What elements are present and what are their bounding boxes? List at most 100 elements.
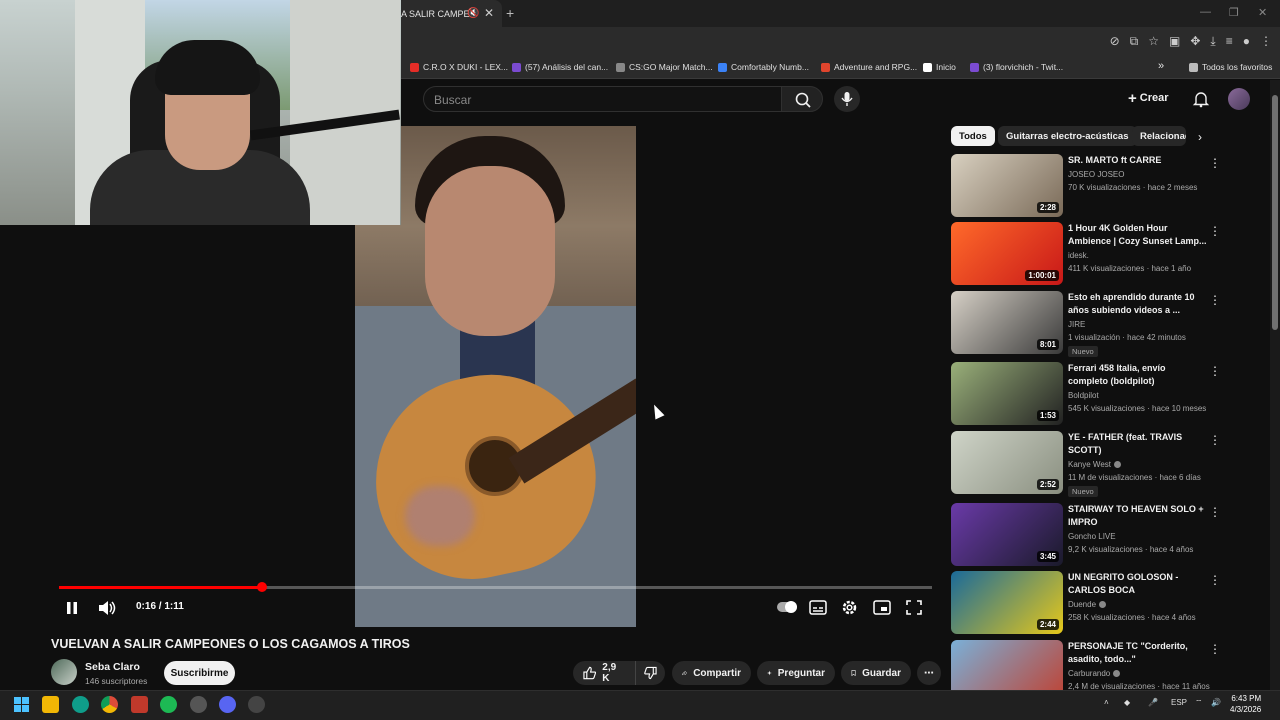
recommendation-channel[interactable]: Kanye West [1068,460,1121,469]
scrollbar-thumb[interactable] [1272,95,1278,330]
more-vertical-icon[interactable]: ⋮ [1209,505,1221,519]
star-icon[interactable]: ☆ [1148,34,1159,49]
video-thumbnail[interactable]: 2:28 [951,154,1063,217]
system-clock[interactable]: 6:43 PM 4/3/2026 [1230,693,1261,715]
bookmark[interactable]: (3) florvichich - Twit... [970,62,1063,72]
tray-app-icon[interactable]: ◆ [1124,698,1130,707]
subscribe-button[interactable]: Suscribirme [164,661,235,685]
recommendation-title[interactable]: UN NEGRITO GOLOSON - CARLOS BOCA [1068,571,1208,597]
speaker-icon[interactable]: 🔊 [1211,698,1221,707]
chip-guitarras[interactable]: Guitarras electro-acústicas [998,126,1137,146]
maximize-icon[interactable]: ❐ [1229,6,1239,19]
more-actions-button[interactable]: ⋯ [917,661,941,685]
more-vertical-icon[interactable]: ⋮ [1209,364,1221,378]
mute-icon[interactable]: 🔇 [467,8,479,19]
recommendation-item[interactable]: 2:44 UN NEGRITO GOLOSON - CARLOS BOCA Duen… [951,571,1251,635]
bookmark[interactable]: Inicio [923,62,956,72]
more-vertical-icon[interactable]: ⋮ [1209,224,1221,238]
recommendation-channel[interactable]: JIRE [1068,320,1085,329]
recommendation-item[interactable]: 3:45 STAIRWAY TO HEAVEN SOLO + IMPRO Gonch… [951,503,1251,567]
create-button[interactable]: + Crear [1128,90,1169,107]
recommendation-channel[interactable]: Carburando [1068,669,1121,678]
dislike-button[interactable] [635,661,665,685]
all-favorites[interactable]: Todos los favoritos [1189,62,1272,72]
recommendation-title[interactable]: PERSONAJE TC "Corderito, asadito, todo..… [1068,640,1208,666]
recommendation-item[interactable]: 1:00:01 1 Hour 4K Golden Hour Ambience | … [951,222,1251,286]
save-button[interactable]: Guardar [841,661,911,685]
voice-search-button[interactable] [834,86,860,112]
menu-icon[interactable]: ⋮ [1260,34,1272,49]
ask-button[interactable]: Preguntar [757,661,835,685]
recommendation-title[interactable]: Esto eh aprendido durante 10 años subien… [1068,291,1208,317]
notifications-button[interactable] [1192,90,1210,113]
recommendation-channel[interactable]: idesk. [1068,251,1089,260]
close-window-icon[interactable]: ✕ [1258,6,1267,19]
chevron-right-icon[interactable]: › [1198,130,1202,144]
recommendation-channel[interactable]: Boldpilot [1068,391,1099,400]
file-explorer-icon[interactable] [42,696,59,713]
settings-gear-icon[interactable] [841,599,858,616]
like-button[interactable]: 2,9 K [573,661,635,685]
bookmarks-overflow-icon[interactable]: » [1158,60,1164,72]
recommendation-title[interactable]: Ferrari 458 Italia, envío completo (bold… [1068,362,1208,388]
obs-icon[interactable] [190,696,207,713]
install-icon[interactable]: ⧉ [1130,34,1139,49]
profile-icon[interactable]: ● [1243,34,1250,49]
progress-bar[interactable] [59,582,932,592]
app-icon[interactable] [248,696,265,713]
more-vertical-icon[interactable]: ⋮ [1209,642,1221,656]
recommendation-channel[interactable]: Duende [1068,600,1107,609]
subtitles-icon[interactable] [809,600,827,615]
account-avatar[interactable] [1228,88,1250,110]
recommendation-item[interactable]: 8:01 Esto eh aprendido durante 10 años su… [951,291,1251,357]
chip-relacionados[interactable]: Relacionad [1132,126,1186,146]
windows-start-icon[interactable] [13,696,30,713]
recommendation-title[interactable]: STAIRWAY TO HEAVEN SOLO + IMPRO [1068,503,1208,529]
bookmark[interactable]: C.R.O X DUKI - LEX... [410,62,508,72]
recommendation-channel[interactable]: Goncho LIVE [1068,532,1116,541]
volume-icon[interactable] [97,599,117,617]
miniplayer-icon[interactable] [873,600,891,615]
playlist-icon[interactable]: ≡ [1226,34,1233,49]
bookmark[interactable]: (57) Análisis del can... [512,62,608,72]
more-vertical-icon[interactable]: ⋮ [1209,156,1221,170]
video-thumbnail[interactable]: 2:44 [951,571,1063,634]
bookmark[interactable]: CS:GO Major Match... [616,62,713,72]
stream-app-icon[interactable] [131,696,148,713]
browser-tab-active[interactable]: A SALIR CAMPEO 🔇 ✕ [395,0,502,27]
recommendation-item[interactable]: 1:53 Ferrari 458 Italia, envío completo (… [951,362,1251,426]
language-indicator[interactable]: ESP [1171,698,1187,707]
eye-off-icon[interactable]: ⊘ [1110,34,1120,49]
tray-chevron-icon[interactable]: ˄ [1104,698,1109,707]
chrome-icon[interactable] [101,696,118,713]
tab-close-icon[interactable]: ✕ [484,6,494,20]
spotify-icon[interactable] [160,696,177,713]
recommendation-channel[interactable]: JOSEO JOSEO [1068,170,1124,179]
video-thumbnail[interactable]: 1:53 [951,362,1063,425]
tray-mic-icon[interactable]: 🎤 [1148,698,1158,707]
video-thumbnail[interactable]: 3:45 [951,503,1063,566]
recommendation-title[interactable]: SR. MARTO ft CARRE [1068,154,1208,167]
more-vertical-icon[interactable]: ⋮ [1209,433,1221,447]
search-input[interactable]: Buscar [423,86,782,112]
edge-icon[interactable] [72,696,89,713]
discord-icon[interactable] [219,696,236,713]
channel-name[interactable]: Seba Claro [85,661,140,673]
puzzle-icon[interactable]: ✥ [1190,34,1200,49]
recommendation-title[interactable]: YE - FATHER (feat. TRAVIS SCOTT) [1068,431,1208,457]
new-tab-button[interactable]: + [506,5,514,21]
video-thumbnail[interactable]: 1:00:01 [951,222,1063,285]
recommendation-title[interactable]: 1 Hour 4K Golden Hour Ambience | Cozy Su… [1068,222,1208,248]
recommendation-item[interactable]: 2:52 YE - FATHER (feat. TRAVIS SCOTT) Kany… [951,431,1251,497]
fullscreen-icon[interactable] [906,600,922,615]
bookmark[interactable]: Adventure and RPG... [821,62,917,72]
bookmark[interactable]: Comfortably Numb... [718,62,809,72]
download-icon[interactable]: ⤓ [1210,34,1215,49]
recommendation-item[interactable]: 2:28 SR. MARTO ft CARRE JOSEO JOSEO 70 K vi… [951,154,1251,218]
search-button[interactable] [781,86,823,112]
autoplay-toggle-icon[interactable] [776,600,798,614]
extension-icon[interactable]: ▣ [1169,34,1180,49]
more-vertical-icon[interactable]: ⋮ [1209,573,1221,587]
video-thumbnail[interactable]: 8:01 [951,291,1063,354]
more-vertical-icon[interactable]: ⋮ [1209,293,1221,307]
